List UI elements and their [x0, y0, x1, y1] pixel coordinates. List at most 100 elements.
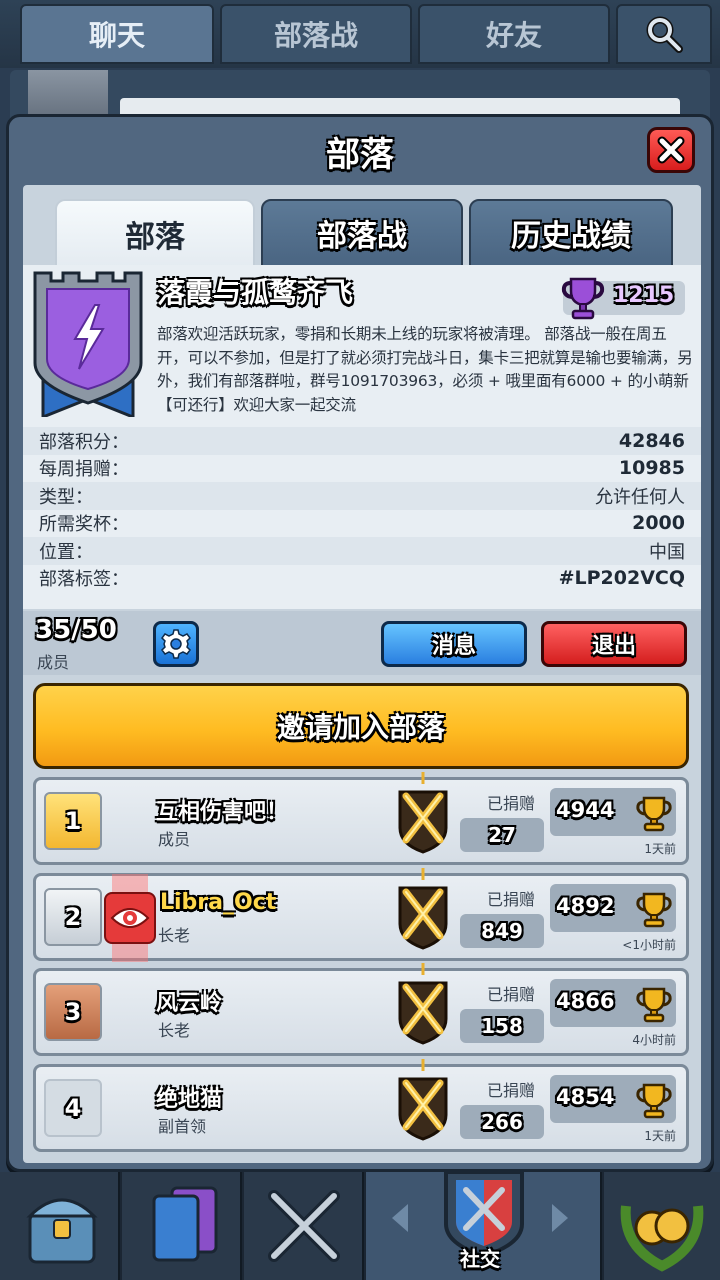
leave-button[interactable]: 退出: [541, 621, 687, 667]
stat-row-clan-score: 部落积分： 42846: [23, 427, 701, 455]
message-button[interactable]: 消息: [381, 621, 527, 667]
clan-subtabs: 部落 部落战 历史战绩: [49, 199, 673, 267]
arrow-right-icon: [552, 1204, 568, 1232]
stat-value: 允许任何人: [595, 486, 685, 508]
stat-label: 位置：: [39, 541, 93, 563]
donated-count-box: 27: [460, 818, 544, 852]
stat-value: 42846: [618, 429, 685, 452]
nav-shop[interactable]: [0, 1172, 120, 1280]
crossed-swords-icon: [268, 1190, 340, 1262]
trophy-icon: [636, 1083, 672, 1118]
stat-row-clan-tag: 部落标签： #LP202VCQ: [23, 565, 701, 593]
stat-label: 所需奖杯：: [39, 514, 129, 536]
member-row[interactable]: 2 Libra_Oct 长老 已捐赠 849 4892 <1小时前: [33, 867, 689, 962]
settings-button[interactable]: [153, 621, 199, 667]
member-trophy-count: 4854: [556, 1084, 615, 1109]
message-button-label: 消息: [431, 634, 476, 659]
clan-stats: 部落积分： 42846 每周捐赠： 10985 类型： 允许任何人 所需奖杯： 2000…: [23, 427, 701, 592]
bottom-nav: 社交: [0, 1170, 720, 1280]
member-count-label: 成员: [37, 653, 70, 672]
nav-social-label: 社交: [460, 1247, 500, 1271]
leave-button-label: 退出: [591, 634, 636, 659]
clan-description: 部落欢迎活跃玩家，零捐和长期未上线的玩家将被清理。 部落战一般在周五开，可以不参…: [157, 325, 693, 414]
clan-trophy-count: 1215: [613, 283, 675, 308]
arrow-left-icon: [392, 1204, 408, 1232]
member-rank: 4: [44, 1078, 102, 1137]
invite-button[interactable]: 邀请加入部落: [33, 683, 689, 769]
member-rank: 3: [44, 983, 102, 1041]
clan-info-panel: 落霞与孤鹜齐飞 1215 部落欢迎活跃玩家，零捐和长期未上线的玩家将被清理。 部…: [23, 265, 701, 609]
clan-name: 落霞与孤鹜齐飞: [157, 276, 354, 309]
donated-count: 849: [481, 918, 523, 943]
member-rank: 2: [44, 887, 102, 946]
subtab-history[interactable]: 历史战绩: [469, 199, 673, 267]
subtab-clan[interactable]: 部落: [55, 199, 255, 267]
laurel-coin-icon: [620, 1205, 704, 1272]
tab-chat[interactable]: 聊天: [20, 4, 214, 64]
clan-modal: 部落 部落 部落战 历史战绩 落霞与孤鹜齐飞 1215 部落欢迎活跃玩家，零捐和…: [6, 114, 714, 1172]
stat-row-type: 类型： 允许任何人: [23, 482, 701, 510]
tab-clan-war[interactable]: 部落战: [220, 4, 412, 64]
member-row[interactable]: 4 绝地猫 副首领 已捐赠 266 4854 1天前: [33, 1058, 689, 1152]
member-list: 1 互相伤害吧！ 成员 已捐赠 27 4944 1天前 2 Libra_Oct …: [33, 772, 689, 1159]
spectate-button[interactable]: [104, 891, 156, 944]
tab-friends[interactable]: 好友: [418, 4, 610, 64]
subtab-clan-war-label: 部落战: [317, 219, 407, 254]
member-trophies: 4854: [550, 1074, 676, 1123]
close-icon: [657, 136, 685, 164]
stat-label: 类型：: [39, 486, 93, 508]
nav-cards[interactable]: [122, 1172, 242, 1280]
trophy-icon: [636, 987, 672, 1023]
search-icon: [646, 16, 683, 53]
modal-header: 部落: [9, 117, 711, 185]
stat-row-location: 位置： 中国: [23, 537, 701, 565]
stat-value: #LP202VCQ: [558, 567, 685, 590]
subtab-clan-war[interactable]: 部落战: [261, 199, 463, 267]
member-row[interactable]: 3 风云岭 长老 已捐赠 158 4866 4小时前: [33, 963, 689, 1056]
member-role: 长老: [158, 1021, 191, 1040]
member-trophies: 4866: [550, 979, 676, 1027]
stat-label: 部落标签：: [39, 569, 129, 591]
arena-rank-icon: [398, 772, 448, 854]
member-rank: 1: [44, 792, 102, 850]
member-name: 风云岭: [156, 991, 223, 1016]
arena-rank-icon: [398, 1058, 448, 1141]
stat-value: 中国: [649, 541, 685, 563]
member-trophy-count: 4892: [556, 893, 615, 918]
member-bar: 35/50 成员 消息 退出: [23, 611, 701, 675]
nav-events[interactable]: [604, 1172, 720, 1280]
close-button[interactable]: [647, 127, 695, 173]
modal-title: 部落: [326, 134, 394, 175]
member-name: 绝地猫: [156, 1086, 223, 1112]
subtab-clan-label: 部落: [125, 220, 185, 255]
member-trophies: 4892: [550, 883, 676, 932]
stat-row-required-trophies: 所需奖杯： 2000: [23, 510, 701, 538]
subtab-history-label: 历史战绩: [511, 219, 631, 254]
donated-count: 158: [481, 1014, 523, 1038]
tab-chat-label: 聊天: [88, 19, 145, 52]
invite-button-label: 邀请加入部落: [276, 711, 445, 744]
member-trophy-count: 4944: [556, 798, 615, 822]
stat-row-weekly-donations: 每周捐赠： 10985: [23, 455, 701, 483]
donated-count: 266: [481, 1109, 523, 1134]
cards-icon: [152, 1186, 218, 1262]
stat-value: 10985: [618, 457, 685, 480]
donated-label: 已捐赠: [486, 985, 535, 1004]
stat-label: 每周捐赠：: [39, 459, 129, 481]
member-count: 35/50: [35, 615, 117, 645]
donated-label: 已捐赠: [486, 889, 535, 909]
clan-badge: [29, 267, 147, 420]
nav-battle[interactable]: [244, 1172, 364, 1280]
member-role: 长老: [158, 925, 191, 945]
member-row[interactable]: 1 互相伤害吧！ 成员 已捐赠 27 4944 1天前: [33, 772, 689, 865]
member-name: 互相伤害吧！: [156, 800, 289, 825]
gear-icon: [161, 629, 191, 659]
trophy-icon: [636, 892, 672, 927]
chest-icon: [26, 1198, 98, 1264]
donated-count: 27: [488, 823, 516, 847]
search-button[interactable]: [616, 4, 712, 64]
arena-rank-icon: [398, 867, 448, 950]
member-last-seen: 1天前: [644, 1128, 676, 1143]
trophy-icon: [561, 277, 605, 320]
stat-label: 部落积分：: [39, 431, 129, 453]
